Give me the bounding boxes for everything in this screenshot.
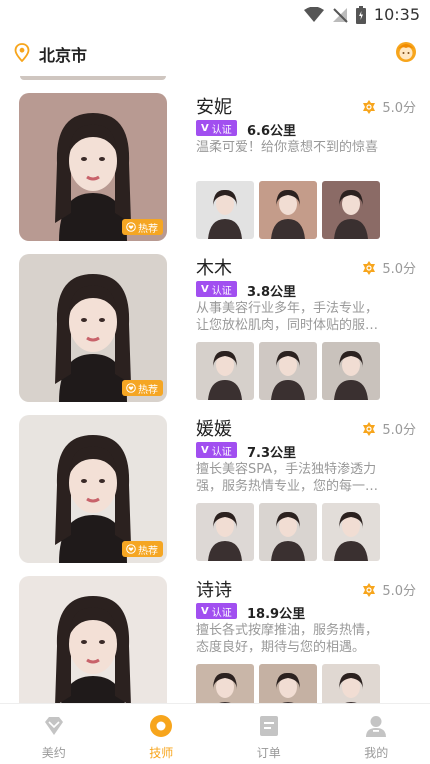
gallery-thumbnail[interactable]	[259, 503, 317, 561]
verified-icon: Ⅴ	[201, 605, 209, 617]
verified-icon: Ⅴ	[201, 283, 209, 295]
tab-wode[interactable]: 我的	[323, 704, 430, 764]
gallery-thumbnail[interactable]	[259, 181, 317, 239]
verified-label: 认证	[211, 607, 232, 619]
technician-card[interactable]: 热荐 木木 5.0分 Ⅴ 认证 3.8公里 从事美容行业多年，手法专业，让您放松…	[0, 254, 430, 402]
technician-card[interactable]: 热荐 安妮 5.0分 Ⅴ 认证 6.6公里 温柔可爱！给你意想不到的惊喜	[0, 93, 430, 241]
verified-badge: Ⅴ 认证	[196, 120, 237, 136]
tab-label: 订单	[256, 746, 281, 760]
technician-card[interactable]: 诗诗 5.0分 Ⅴ 认证 18.9公里 擅长各式按摩推油，服务热情，态度良好，期…	[0, 576, 430, 724]
technician-description: 从事美容行业多年，手法专业，让您放松肌肉，同时体贴的服…	[196, 301, 379, 333]
gallery-thumbnails	[196, 503, 380, 561]
rating: 5.0分	[362, 419, 416, 438]
technician-name: 木木	[196, 258, 232, 279]
diamond-icon	[44, 717, 63, 735]
verified-label: 认证	[211, 124, 232, 136]
rating-value: 5.0分	[382, 423, 416, 438]
location-pin-icon[interactable]	[14, 43, 30, 62]
distance: 3.8公里	[247, 285, 297, 300]
technician-photo[interactable]	[19, 576, 167, 724]
gallery-thumbnail[interactable]	[322, 181, 380, 239]
rating-value: 5.0分	[382, 262, 416, 277]
top-bar: 北京市	[0, 30, 430, 76]
rating-value: 5.0分	[382, 584, 416, 599]
circle-target-icon	[150, 715, 173, 737]
tab-label: 技师	[149, 746, 174, 760]
gallery-thumbnail[interactable]	[196, 503, 254, 561]
technician-photo[interactable]: 热荐	[19, 415, 167, 563]
recommended-tag: 热荐	[122, 541, 163, 557]
gallery-thumbnail[interactable]	[196, 181, 254, 239]
gallery-thumbnails	[196, 181, 380, 239]
gallery-thumbnail[interactable]	[259, 342, 317, 400]
no-signal-icon	[332, 7, 348, 23]
bottom-tab-bar: 美约 技师 订单 我的	[0, 703, 430, 764]
gallery-thumbnail[interactable]	[322, 342, 380, 400]
tab-dingdan[interactable]: 订单	[215, 704, 323, 764]
rating: 5.0分	[362, 580, 416, 599]
recommended-tag-label: 热荐	[138, 545, 158, 557]
verified-icon: Ⅴ	[201, 444, 209, 456]
tab-jishi[interactable]: 技师	[108, 704, 216, 764]
rating: 5.0分	[362, 97, 416, 116]
status-time: 10:35	[373, 5, 420, 24]
verified-label: 认证	[211, 285, 232, 297]
technician-card[interactable]: 热荐 媛媛 5.0分 Ⅴ 认证 7.3公里 擅长美容SPA，手法独特渗透力强，服…	[0, 415, 430, 563]
rating: 5.0分	[362, 258, 416, 277]
technician-description: 擅长各式按摩推油，服务热情，态度良好，期待与您的相遇。	[196, 623, 379, 655]
technician-name: 诗诗	[196, 580, 232, 601]
recommended-tag: 热荐	[122, 380, 163, 396]
technician-description: 擅长美容SPA，手法独特渗透力强，服务热情专业，您的每一…	[196, 462, 379, 494]
previous-card-edge	[20, 76, 166, 80]
city-selector[interactable]: 北京市	[39, 42, 87, 66]
battery-icon	[355, 5, 366, 24]
technician-photo[interactable]: 热荐	[19, 93, 167, 241]
user-icon	[366, 716, 387, 737]
recommended-tag-label: 热荐	[138, 384, 158, 396]
technician-photo[interactable]: 热荐	[19, 254, 167, 402]
distance: 6.6公里	[247, 124, 297, 139]
distance: 7.3公里	[247, 446, 297, 461]
technician-name: 媛媛	[196, 419, 232, 440]
verified-icon: Ⅴ	[201, 122, 209, 134]
verified-badge: Ⅴ 认证	[196, 281, 237, 297]
recommended-tag: 热荐	[122, 219, 163, 235]
verified-label: 认证	[211, 446, 232, 458]
verified-badge: Ⅴ 认证	[196, 603, 237, 619]
status-bar: 10:35	[0, 0, 430, 30]
heart-icon	[126, 544, 136, 554]
technician-name: 安妮	[196, 97, 232, 118]
recommended-tag-label: 热荐	[138, 223, 158, 235]
gallery-thumbnail[interactable]	[196, 342, 254, 400]
order-doc-icon	[259, 716, 278, 736]
rating-value: 5.0分	[382, 101, 416, 116]
wifi-icon	[303, 6, 324, 22]
star-badge-icon	[363, 260, 376, 275]
heart-icon	[126, 222, 136, 232]
star-badge-icon	[363, 582, 376, 597]
gallery-thumbnails	[196, 342, 380, 400]
status-icons: 10:35	[303, 5, 420, 24]
star-badge-icon	[363, 421, 376, 436]
distance: 18.9公里	[247, 607, 306, 622]
tab-label: 美约	[41, 746, 66, 760]
star-badge-icon	[363, 99, 376, 114]
heart-icon	[126, 383, 136, 393]
technician-description: 温柔可爱！给你意想不到的惊喜	[196, 140, 379, 155]
tab-meiyue[interactable]: 美约	[0, 704, 108, 764]
profile-avatar-icon[interactable]	[394, 39, 418, 63]
tab-label: 我的	[364, 746, 389, 760]
verified-badge: Ⅴ 认证	[196, 442, 237, 458]
gallery-thumbnail[interactable]	[322, 503, 380, 561]
